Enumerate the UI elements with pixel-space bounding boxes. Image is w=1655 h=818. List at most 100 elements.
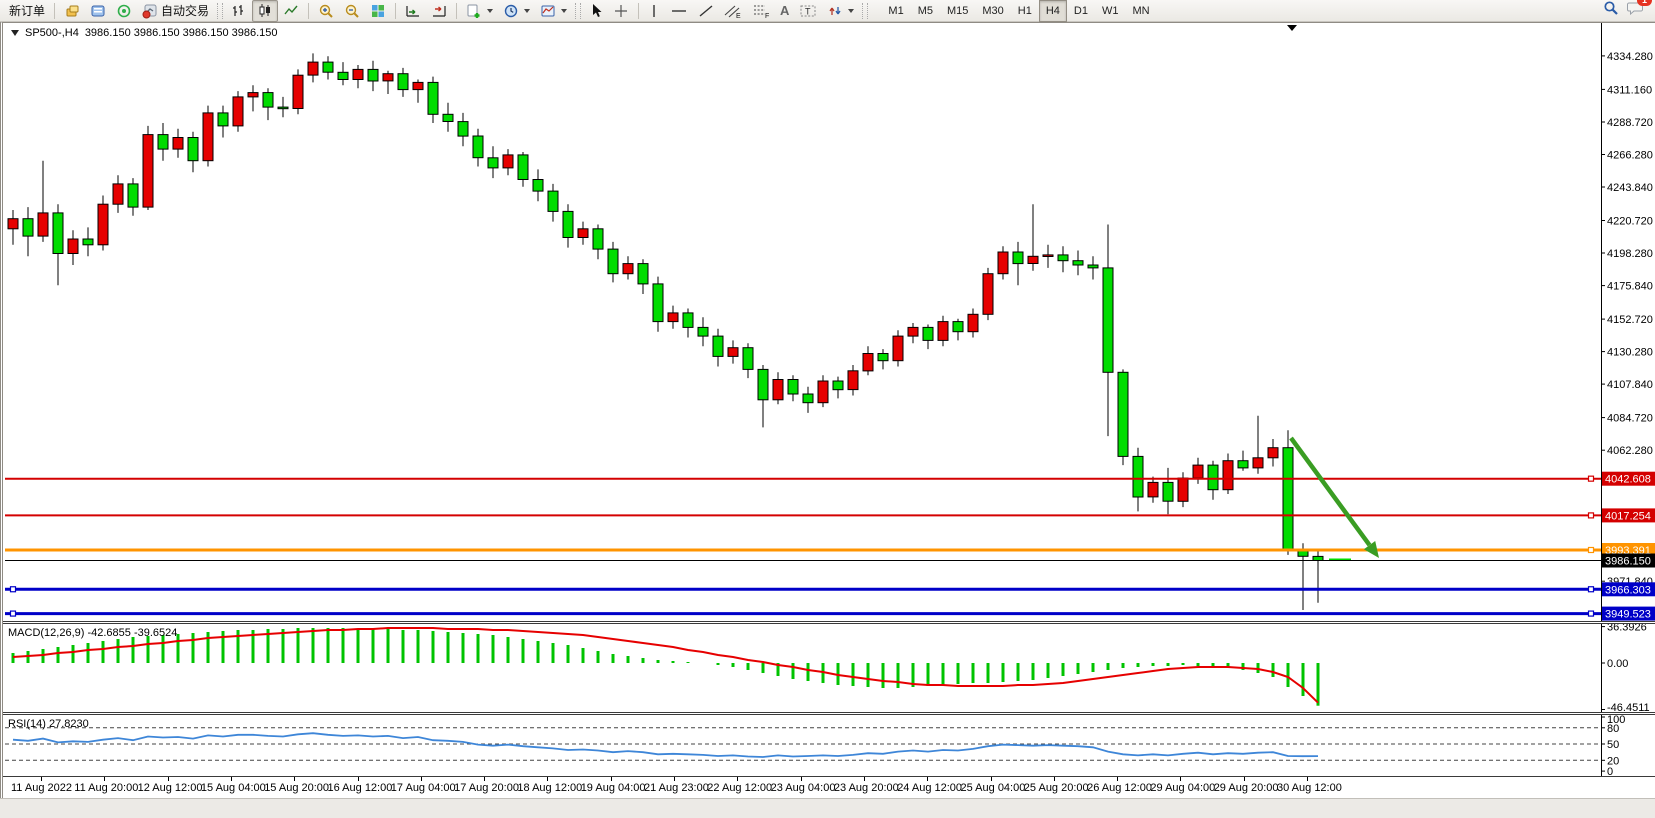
svg-text:4084.720: 4084.720 xyxy=(1607,413,1653,425)
chart-shift-glyph xyxy=(431,3,447,19)
fibonacci-glyph: F xyxy=(752,3,770,19)
horizontal-line-tool-icon[interactable] xyxy=(665,0,693,22)
candlestick-chart-type-icon[interactable] xyxy=(252,0,278,22)
autotrading-label: 自动交易 xyxy=(161,2,209,19)
fibo-tag-text: F xyxy=(765,13,769,19)
chart-windows-icon-glyph xyxy=(64,3,80,19)
crosshair-tool-icon[interactable] xyxy=(608,0,634,22)
chart-shift-icon[interactable] xyxy=(426,0,452,22)
templates-icon xyxy=(540,3,556,19)
zoom-in-icon[interactable] xyxy=(313,0,339,22)
svg-text:4175.840: 4175.840 xyxy=(1607,281,1653,293)
candlestick-chart[interactable]: 4334.2804311.1604288.7204266.2804243.840… xyxy=(3,23,1655,621)
timeframe-button-MN[interactable]: MN xyxy=(1125,0,1156,22)
add-indicator-caret xyxy=(487,9,493,13)
autotrading-button[interactable]: 自动交易 xyxy=(137,0,214,22)
toolbar-separator xyxy=(638,3,639,19)
macd-label: MACD(12,26,9) -42.6855 -39.6524 xyxy=(8,627,177,639)
line-chart-type-icon[interactable] xyxy=(278,0,304,22)
auto-scroll-glyph xyxy=(405,3,421,19)
time-axis-tick xyxy=(801,777,802,781)
macd-chart: 36.39260.00-46.4511 xyxy=(3,624,1655,712)
time-axis-label: 11 Aug 2022 xyxy=(11,782,72,794)
time-axis-tick xyxy=(991,777,992,781)
chart-windows-icon[interactable] xyxy=(59,0,85,22)
svg-text:4334.280: 4334.280 xyxy=(1607,51,1653,63)
text-tool-icon[interactable]: A xyxy=(775,0,794,22)
bar-chart-type-icon[interactable] xyxy=(226,0,252,22)
time-axis-tick xyxy=(231,777,232,781)
svg-text:4288.720: 4288.720 xyxy=(1607,117,1653,129)
status-strip xyxy=(0,798,1655,818)
price-pane[interactable]: 4334.2804311.1604288.7204266.2804243.840… xyxy=(3,23,1655,621)
horizontal-line-glyph xyxy=(670,3,688,19)
time-axis-tick xyxy=(1117,777,1118,781)
time-axis-label: 11 Aug 20:00 xyxy=(74,782,138,794)
periods-caret xyxy=(524,9,530,13)
svg-text:4062.280: 4062.280 xyxy=(1607,445,1653,457)
toolbar-separator xyxy=(308,3,309,19)
vertical-line-tool-icon[interactable] xyxy=(643,0,665,22)
time-axis-label: 15 Aug 04:00 xyxy=(201,782,266,794)
timeframe-button-M30[interactable]: M30 xyxy=(975,0,1010,22)
arrows-tool-glyph xyxy=(827,3,843,19)
text-label-tool-icon[interactable]: T xyxy=(794,0,822,22)
templates-caret xyxy=(561,9,567,13)
macd-pane[interactable]: 36.39260.00-46.4511 MACD(12,26,9) -42.68… xyxy=(3,624,1655,712)
new-order-label: 新订单 xyxy=(9,2,45,19)
svg-text:80: 80 xyxy=(1607,723,1619,735)
svg-text:4266.280: 4266.280 xyxy=(1607,150,1653,162)
time-axis-tick xyxy=(927,777,928,781)
toolbar-ridge xyxy=(575,3,581,19)
fibonacci-tool-icon[interactable]: F xyxy=(747,0,775,22)
time-axis-label: 30 Aug 12:00 xyxy=(1277,782,1342,794)
time-axis-tick xyxy=(484,777,485,781)
time-axis[interactable]: 11 Aug 202211 Aug 20:0012 Aug 12:0015 Au… xyxy=(3,777,1655,799)
channel-tool-icon[interactable]: E xyxy=(719,0,747,22)
tile-windows-glyph xyxy=(370,3,386,19)
timeframe-button-M5[interactable]: M5 xyxy=(911,0,940,22)
new-order-button[interactable]: 新订单 xyxy=(4,0,50,22)
market-watch-icon[interactable] xyxy=(85,0,111,22)
zoom-out-icon[interactable] xyxy=(339,0,365,22)
toolbar-ridge xyxy=(862,3,868,19)
trendline-tool-icon[interactable] xyxy=(693,0,719,22)
rsi-label: RSI(14) 27.8230 xyxy=(8,718,89,730)
vertical-line-glyph xyxy=(648,3,660,19)
time-axis-tick xyxy=(674,777,675,781)
time-axis-tick xyxy=(547,777,548,781)
trading-platform-window: 新订单 自动交易 xyxy=(0,0,1655,818)
chart-window: 4334.2804311.1604288.7204266.2804243.840… xyxy=(0,22,1655,799)
rsi-pane[interactable]: 1008050200 RSI(14) 27.8230 xyxy=(3,715,1655,777)
chart-symbol-period: SP500-,H4 xyxy=(25,27,79,39)
time-axis-tick xyxy=(611,777,612,781)
trendline-glyph xyxy=(698,3,714,19)
cursor-tool-icon[interactable] xyxy=(584,0,608,22)
search-icon[interactable] xyxy=(1603,0,1619,21)
timeframe-button-H1[interactable]: H1 xyxy=(1011,0,1039,22)
notifications-chat-icon[interactable]: 1 xyxy=(1627,0,1645,21)
rsi-chart: 1008050200 xyxy=(3,715,1655,776)
arrows-tool-button[interactable] xyxy=(822,0,859,22)
timeframe-button-M1[interactable]: M1 xyxy=(881,0,910,22)
time-axis-label: 17 Aug 04:00 xyxy=(391,782,456,794)
svg-text:4017.254: 4017.254 xyxy=(1605,510,1651,522)
main-toolbar: 新订单 自动交易 xyxy=(0,0,1655,22)
auto-scroll-icon[interactable] xyxy=(400,0,426,22)
add-indicator-button[interactable] xyxy=(461,0,498,22)
time-axis-tick xyxy=(737,777,738,781)
text-tool-glyph: A xyxy=(780,3,789,18)
time-axis-tick xyxy=(1307,777,1308,781)
tile-windows-icon[interactable] xyxy=(365,0,391,22)
timeframe-button-W1[interactable]: W1 xyxy=(1095,0,1126,22)
periods-button[interactable] xyxy=(498,0,535,22)
channel-tag-text: E xyxy=(736,13,741,19)
timeframe-button-M15[interactable]: M15 xyxy=(940,0,975,22)
timeframe-button-H4[interactable]: H4 xyxy=(1039,0,1067,22)
chart-menu-caret-icon[interactable] xyxy=(11,30,19,36)
signals-icon[interactable] xyxy=(111,0,137,22)
templates-button[interactable] xyxy=(535,0,572,22)
chart-shift-marker[interactable] xyxy=(1287,25,1297,31)
timeframe-button-D1[interactable]: D1 xyxy=(1067,0,1095,22)
svg-text:36.3926: 36.3926 xyxy=(1607,624,1647,634)
